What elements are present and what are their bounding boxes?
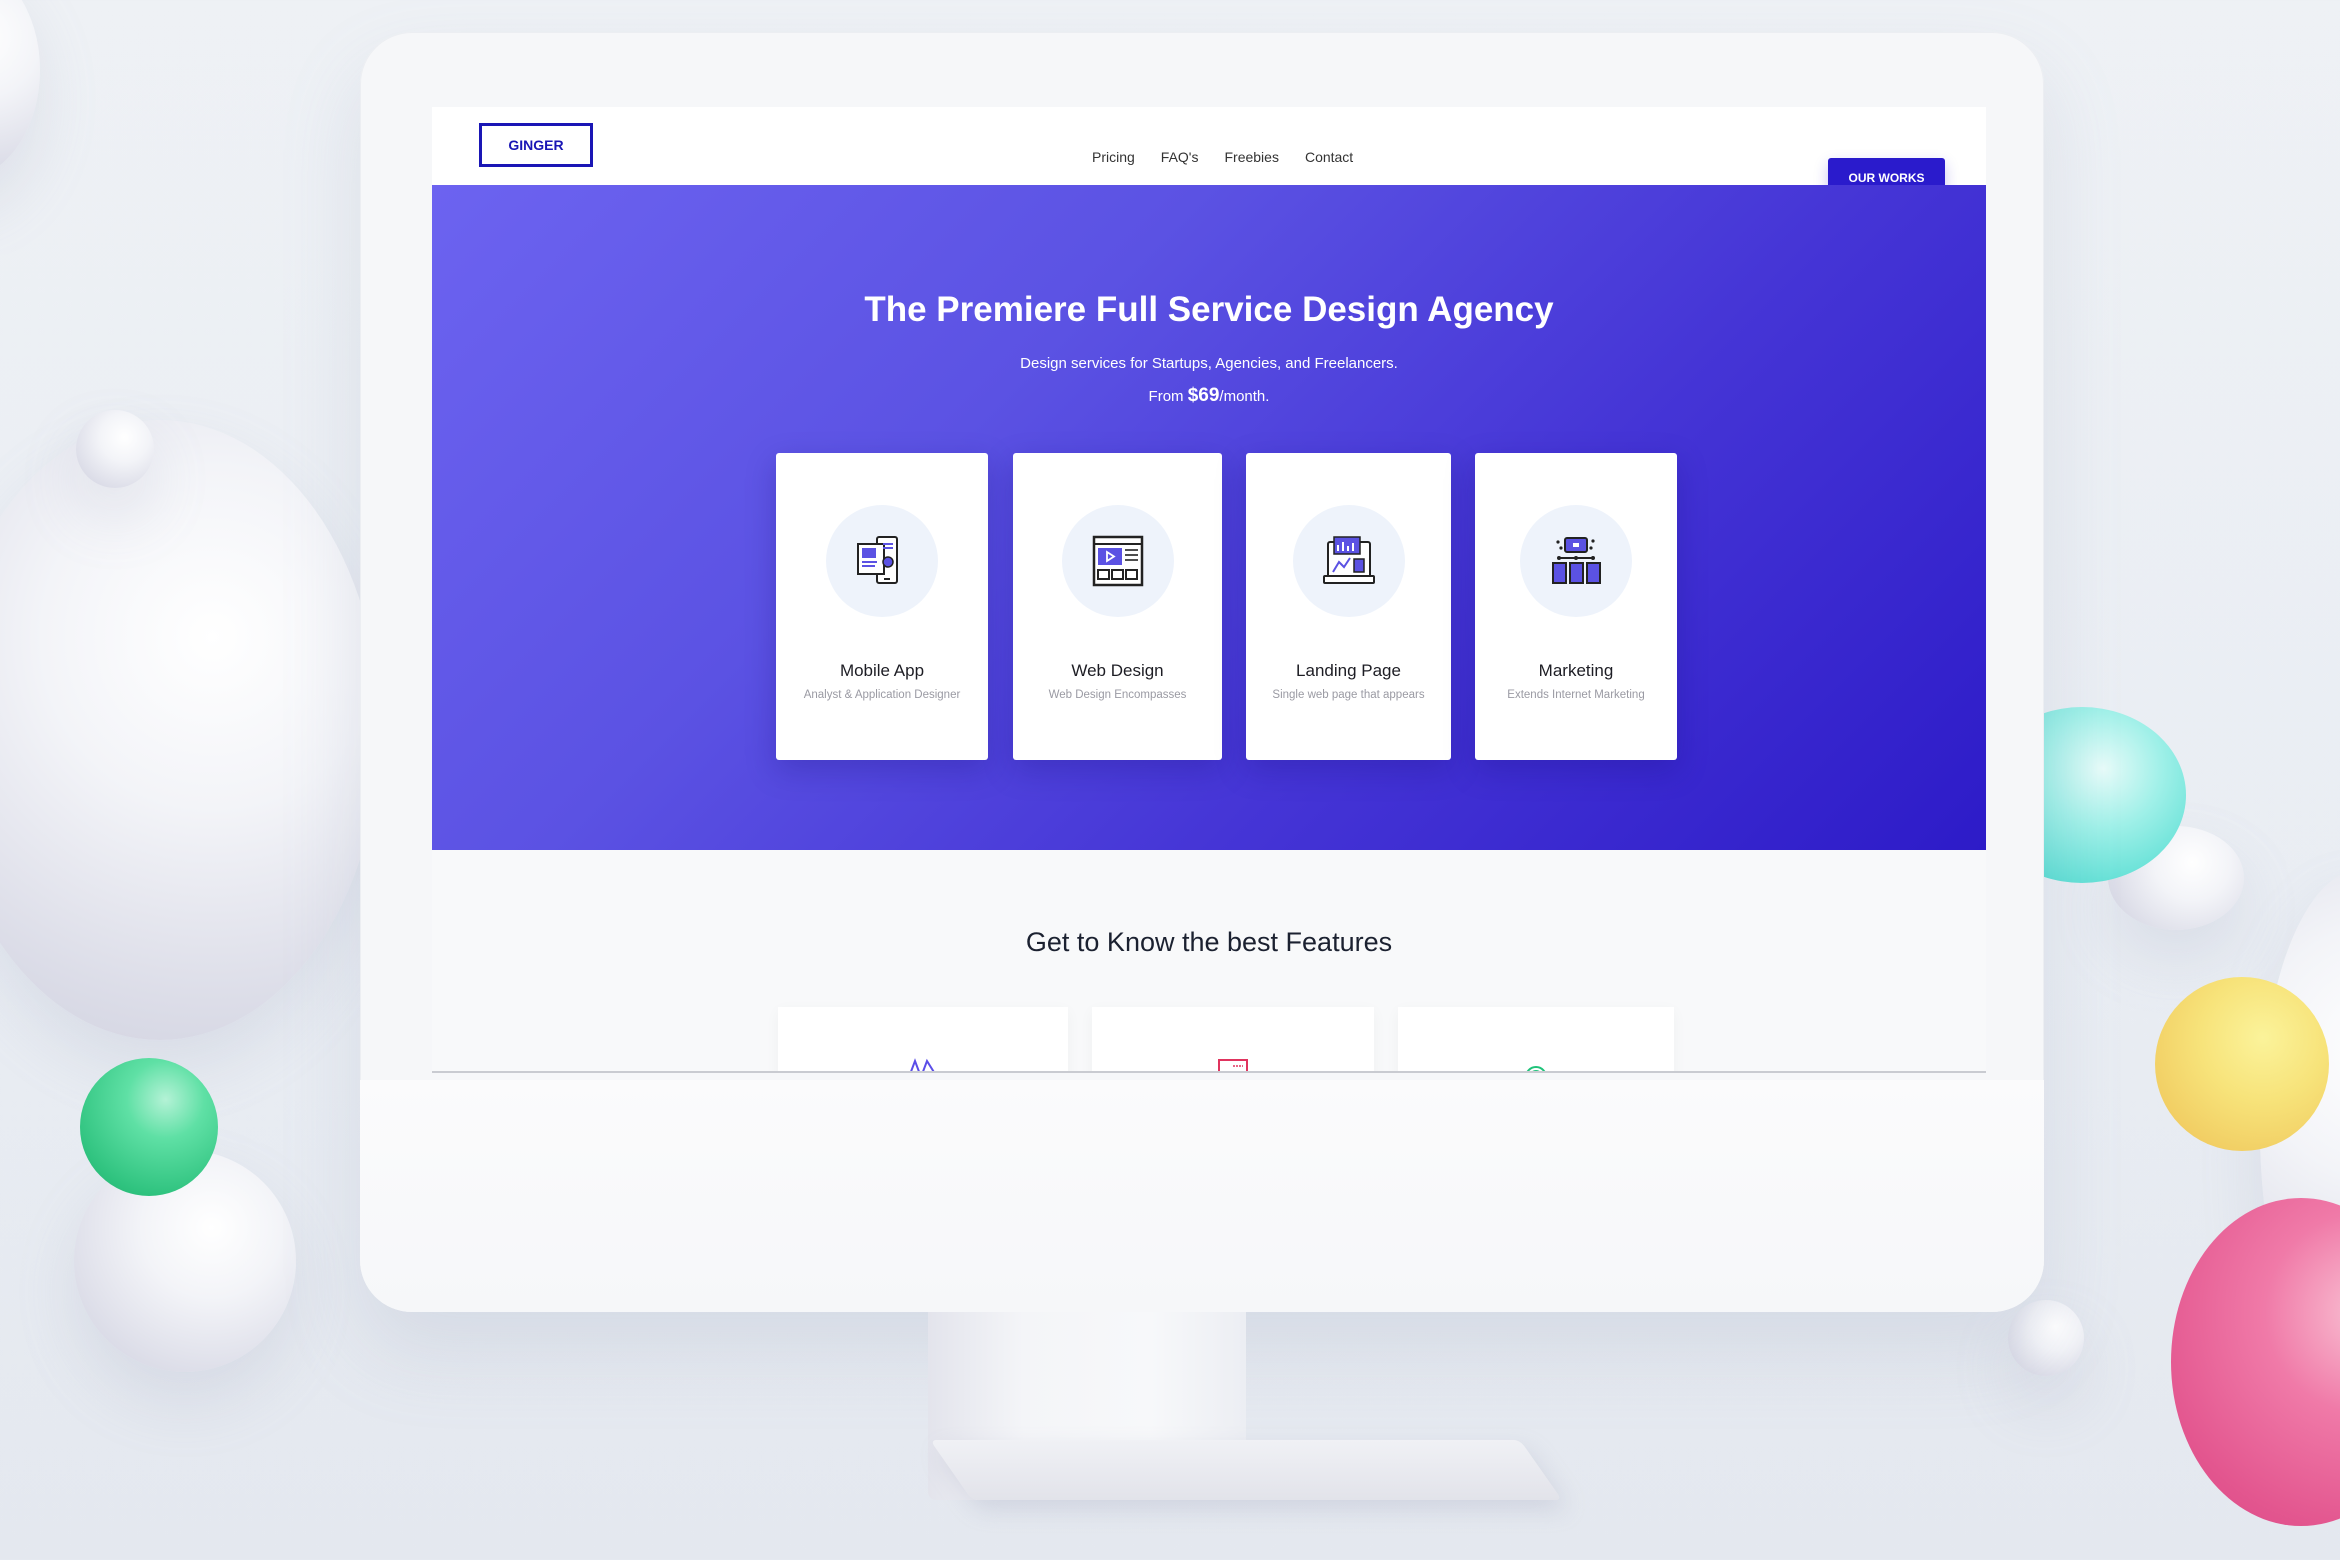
- mobile-app-icon: [857, 536, 898, 584]
- monitor-screen: GINGER Pricing FAQ's Freebies Contact OU…: [432, 107, 1986, 1073]
- hero-title: The Premiere Full Service Design Agency: [864, 290, 1554, 329]
- service-card-mobile-app[interactable]: Mobile App Analyst & Application Designe…: [776, 453, 988, 760]
- icon-circle: [1061, 505, 1174, 617]
- decorative-sphere: [2155, 977, 2329, 1151]
- decorative-sphere: [0, 0, 40, 180]
- price-suffix: /month.: [1219, 388, 1270, 405]
- feature-card[interactable]: [1398, 1007, 1674, 1071]
- card-subtitle: Extends Internet Marketing: [1507, 689, 1645, 701]
- signal-arc-icon: [1526, 1066, 1546, 1071]
- nav-item-freebies[interactable]: Freebies: [1224, 149, 1278, 165]
- icon-circle: [1292, 505, 1405, 617]
- decorative-sphere: [2171, 1198, 2340, 1526]
- service-card-marketing[interactable]: Marketing Extends Internet Marketing: [1475, 453, 1677, 760]
- nav-item-faqs[interactable]: FAQ's: [1161, 149, 1199, 165]
- hero-subtitle: Design services for Startups, Agencies, …: [1020, 355, 1398, 372]
- nav-item-pricing[interactable]: Pricing: [1092, 149, 1135, 165]
- nav-links: Pricing FAQ's Freebies Contact: [1092, 149, 1353, 165]
- icon-circle: [1520, 505, 1632, 617]
- price-amount: $69: [1187, 385, 1220, 406]
- decorative-sphere: [2008, 1300, 2084, 1376]
- card-subtitle: Single web page that appears: [1272, 689, 1425, 701]
- service-card-web-design[interactable]: Web Design Web Design Encompasses: [1013, 453, 1222, 760]
- service-card-landing-page[interactable]: Landing Page Single web page that appear…: [1246, 453, 1451, 760]
- web-design-icon: [1092, 535, 1143, 587]
- nav-item-contact[interactable]: Contact: [1305, 149, 1353, 165]
- card-subtitle: Analyst & Application Designer: [803, 689, 961, 701]
- monitor-chin: [360, 1080, 2044, 1312]
- icon-circle: [826, 505, 938, 617]
- top-navbar: GINGER Pricing FAQ's Freebies Contact OU…: [432, 107, 1986, 197]
- card-title: Web Design: [1071, 661, 1164, 680]
- landing-page-icon: [1322, 536, 1375, 584]
- card-title: Mobile App: [839, 661, 925, 680]
- card-subtitle: Web Design Encompasses: [1048, 689, 1187, 701]
- monitor-stand-base: [930, 1440, 1563, 1500]
- browser-window-icon: [1218, 1059, 1248, 1071]
- decorative-sphere: [76, 410, 154, 488]
- logo[interactable]: GINGER: [479, 123, 593, 167]
- feature-card[interactable]: [778, 1007, 1068, 1071]
- card-title: Landing Page: [1296, 661, 1401, 680]
- price-prefix: From: [1148, 388, 1188, 405]
- marketing-icon: [1552, 537, 1601, 584]
- decorative-sphere: [80, 1058, 218, 1196]
- decorative-sphere: [0, 420, 380, 1040]
- features-heading: Get to Know the best Features: [1025, 927, 1393, 957]
- feature-card[interactable]: [1092, 1007, 1374, 1071]
- hero-section: The Premiere Full Service Design Agency …: [432, 185, 1986, 850]
- vector-pen-icon: [910, 1058, 935, 1071]
- hero-price: From $69/month.: [432, 385, 1986, 407]
- card-title: Marketing: [1538, 661, 1614, 680]
